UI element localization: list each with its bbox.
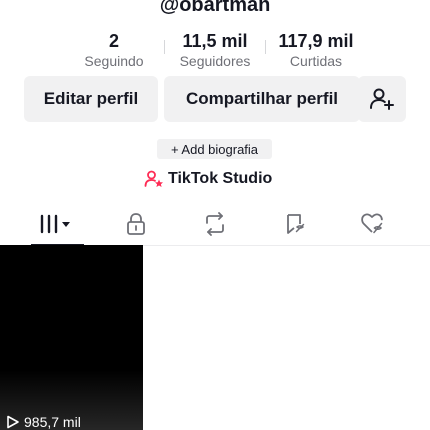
tiktok-studio-link[interactable]: TikTok Studio <box>144 168 272 190</box>
repost-icon <box>206 212 224 236</box>
person-plus-icon <box>370 88 394 110</box>
edit-profile-button[interactable]: Editar perfil <box>24 76 158 122</box>
tab-videos[interactable] <box>30 204 84 244</box>
video-views-count: 985,7 mil <box>24 414 81 430</box>
tab-favorites[interactable] <box>268 204 322 244</box>
stat-followers[interactable]: 11,5 mil Seguidores <box>173 30 257 70</box>
grid-bars-icon <box>40 214 70 234</box>
lock-icon <box>127 213 145 235</box>
likes-count: 117,9 mil <box>278 31 354 51</box>
video-views: 985,7 mil <box>6 414 81 430</box>
share-profile-button[interactable]: Compartilhar perfil <box>164 76 360 122</box>
add-bio-button[interactable]: + Add biografia <box>157 139 272 159</box>
person-star-icon <box>144 170 163 187</box>
stat-likes[interactable]: 117,9 mil Curtidas <box>270 30 362 70</box>
following-label: Seguindo <box>84 53 144 69</box>
profile-tabs <box>0 204 430 246</box>
stat-following[interactable]: 2 Seguindo <box>78 30 150 70</box>
heart-hidden-icon <box>361 213 383 234</box>
profile-username: @obartman <box>159 0 271 16</box>
tab-reposts[interactable] <box>188 204 242 244</box>
add-friend-button[interactable] <box>358 76 406 122</box>
followers-label: Seguidores <box>179 53 251 69</box>
following-count: 2 <box>108 31 119 51</box>
stat-divider <box>164 40 165 54</box>
likes-label: Curtidas <box>289 53 343 69</box>
tiktok-studio-label: TikTok Studio <box>168 170 273 187</box>
profile-stats: 2 Seguindo 11,5 mil Seguidores 117,9 mil… <box>0 30 430 74</box>
video-tile[interactable]: 985,7 mil <box>0 245 143 430</box>
bookmark-icon <box>287 214 305 234</box>
play-icon <box>7 415 19 429</box>
followers-count: 11,5 mil <box>182 31 248 51</box>
tab-private[interactable] <box>109 204 163 244</box>
tab-liked[interactable] <box>346 204 400 244</box>
stat-divider <box>265 40 266 54</box>
video-grid: 985,7 mil <box>0 245 430 430</box>
